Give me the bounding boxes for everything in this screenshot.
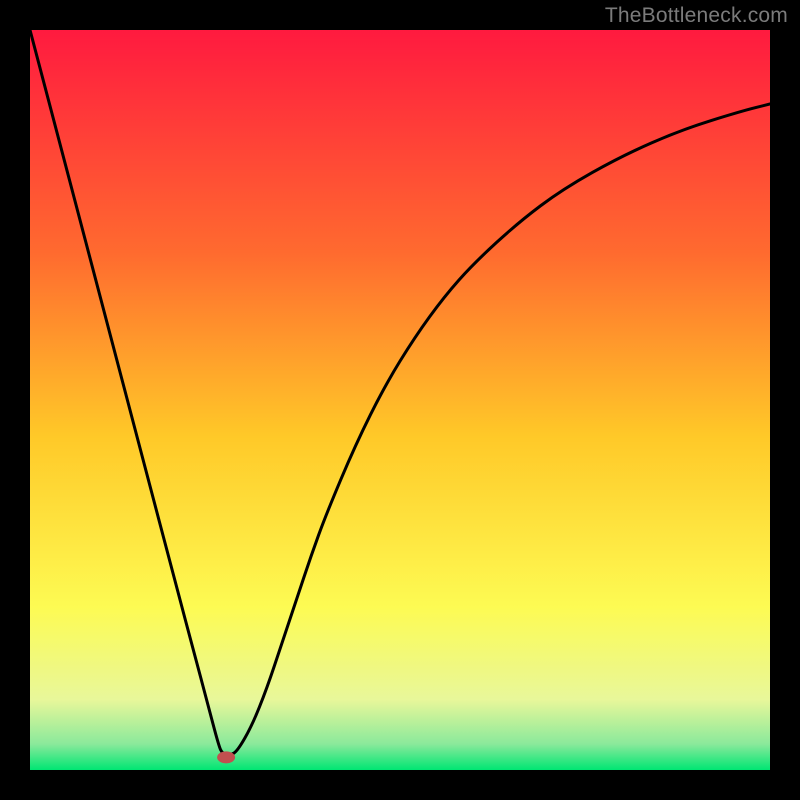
chart-svg bbox=[30, 30, 770, 770]
chart-plot bbox=[30, 30, 770, 770]
watermark-text: TheBottleneck.com bbox=[605, 4, 788, 28]
chart-frame: TheBottleneck.com bbox=[0, 0, 800, 800]
marker-dot bbox=[217, 751, 235, 763]
